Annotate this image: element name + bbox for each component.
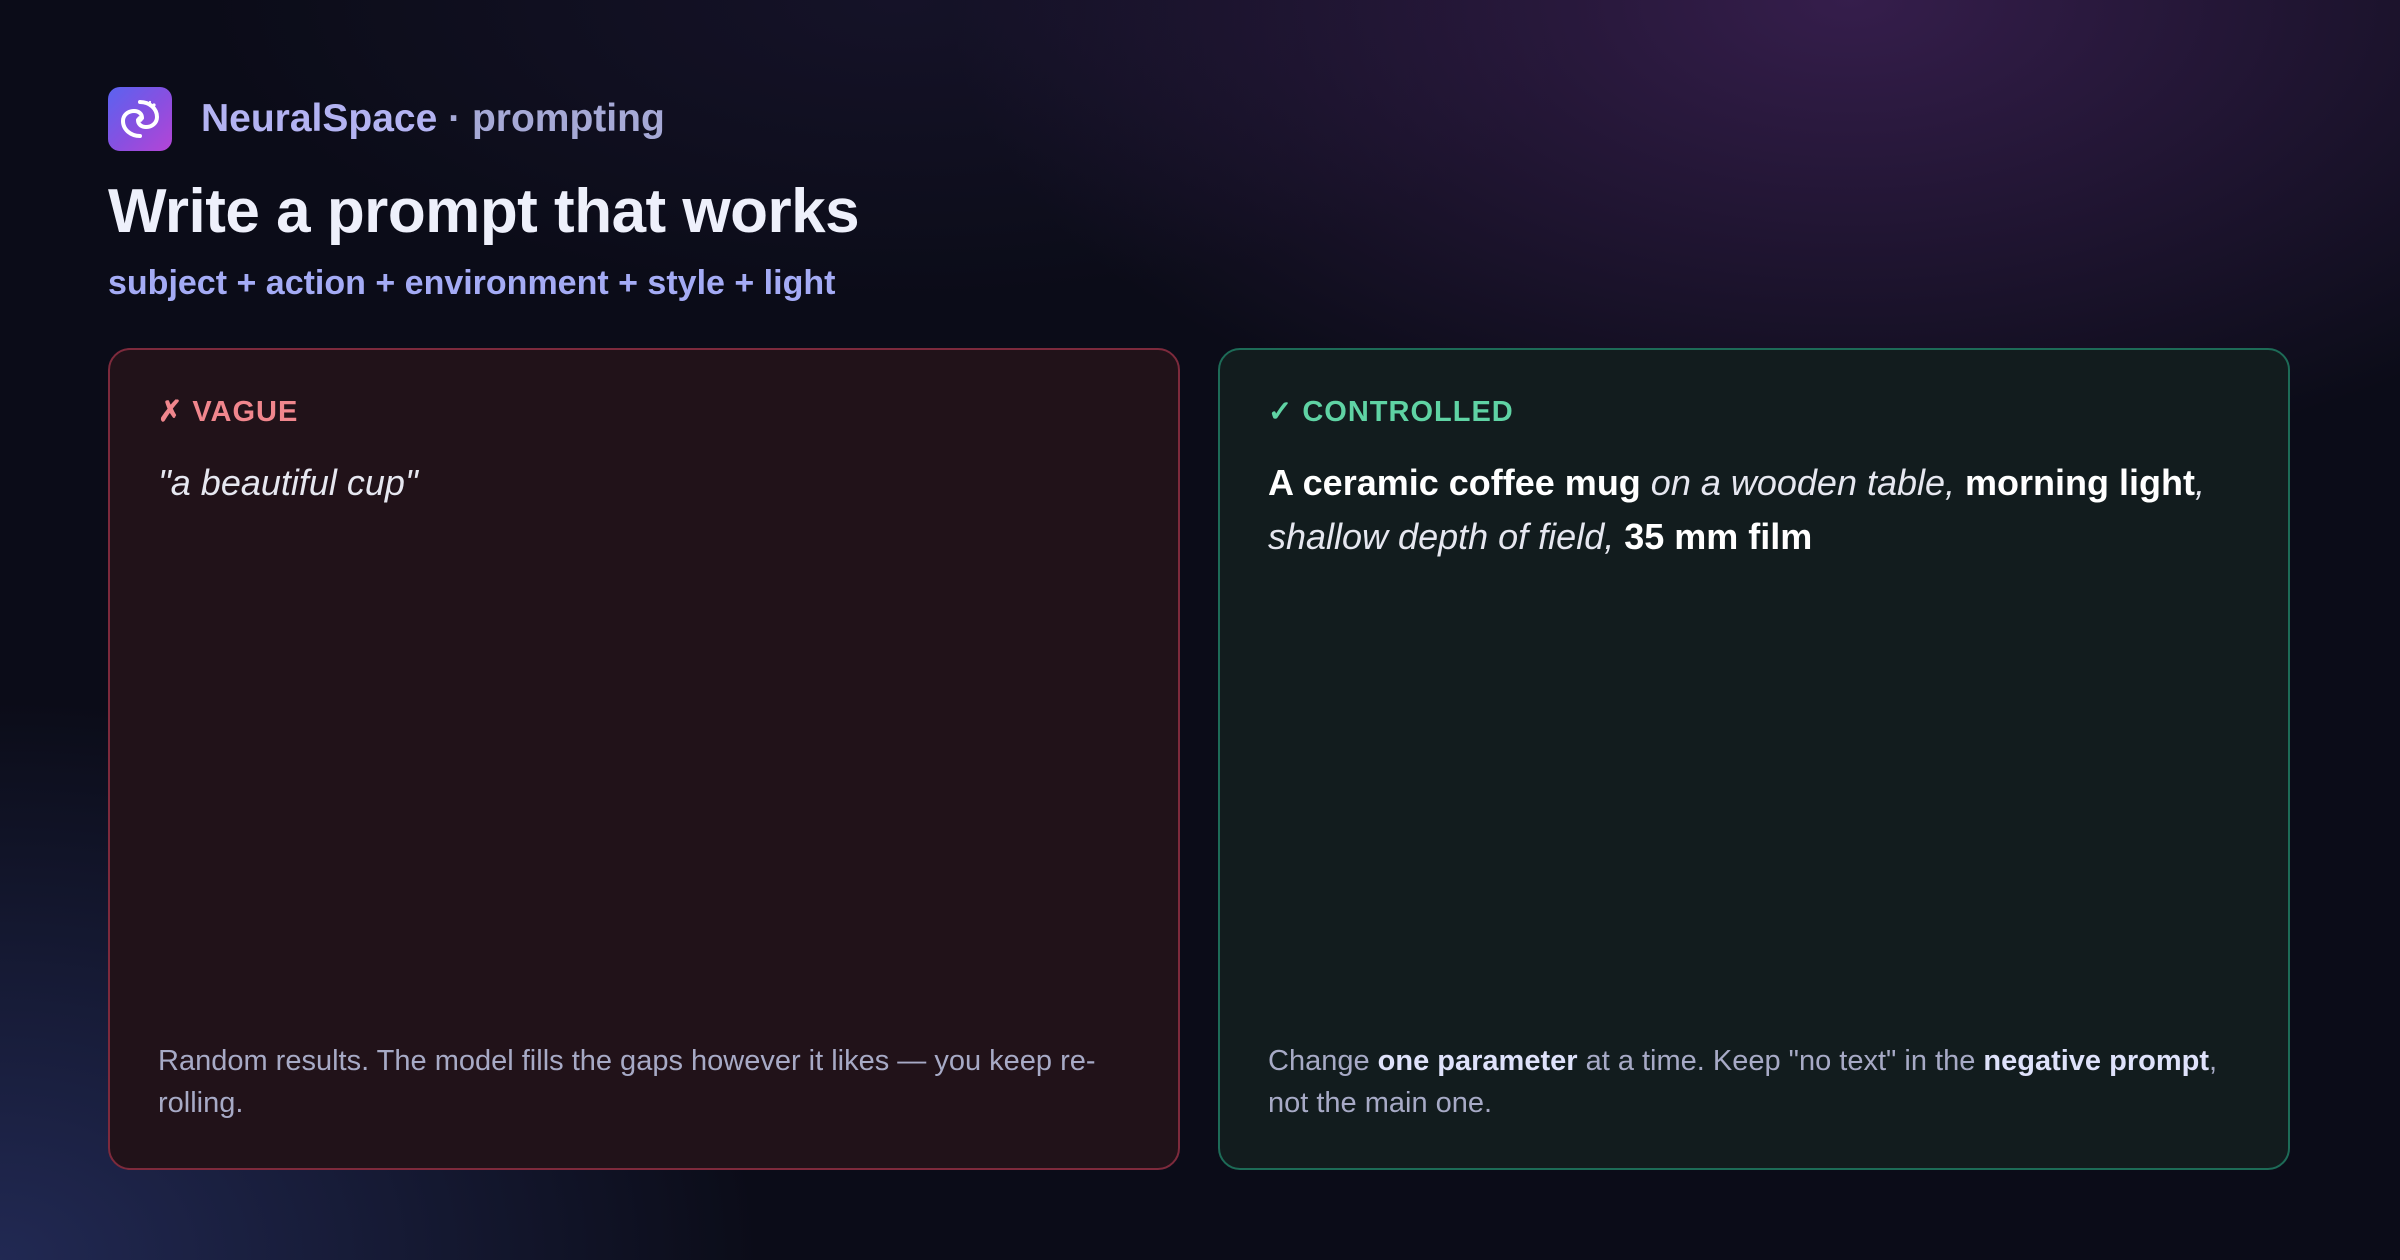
- prompt-style: 35 mm film: [1624, 516, 1813, 557]
- prompt-environment: on a wooden table,: [1640, 462, 1966, 503]
- brand-label: NeuralSpace · prompting: [201, 97, 665, 141]
- vague-prompt-text: "a beautiful cup": [158, 456, 1138, 510]
- galaxy-swirl-icon: [108, 87, 172, 151]
- note-text: Change: [1268, 1045, 1378, 1077]
- prompt-formula: subject + action + environment + style +…: [108, 264, 836, 302]
- controlled-prompt-text: A ceramic coffee mug on a wooden table, …: [1268, 456, 2248, 564]
- prompt-subject: A ceramic coffee mug: [1268, 462, 1641, 503]
- page-title: Write a prompt that works: [108, 177, 860, 246]
- note-text: at a time. Keep "no text" in the: [1577, 1045, 1984, 1077]
- prompt-comma: ,: [2195, 462, 2206, 503]
- brand-separator: ·: [448, 97, 462, 140]
- vague-tag: ✗ VAGUE: [158, 396, 299, 428]
- vague-prompt-quote: "a beautiful cup": [158, 462, 418, 503]
- note-emphasis-negative-prompt: negative prompt: [1983, 1045, 2209, 1077]
- section-name: prompting: [471, 97, 665, 140]
- controlled-tag: ✓ CONTROLLED: [1268, 396, 1514, 428]
- prompt-depth: shallow depth of field,: [1268, 516, 1625, 557]
- prompt-light: morning light: [1965, 462, 2196, 503]
- controlled-prompt-card: ✓ CONTROLLED A ceramic coffee mug on a w…: [1218, 348, 2290, 1170]
- note-emphasis-parameter: one parameter: [1377, 1045, 1578, 1077]
- vague-prompt-card: ✗ VAGUE "a beautiful cup" Random results…: [108, 348, 1180, 1170]
- vague-note: Random results. The model fills the gaps…: [158, 1045, 1096, 1119]
- brand-name: NeuralSpace: [201, 97, 438, 140]
- controlled-note: Change one parameter at a time. Keep "no…: [1268, 1040, 2248, 1124]
- brand-header: NeuralSpace · prompting: [108, 87, 665, 151]
